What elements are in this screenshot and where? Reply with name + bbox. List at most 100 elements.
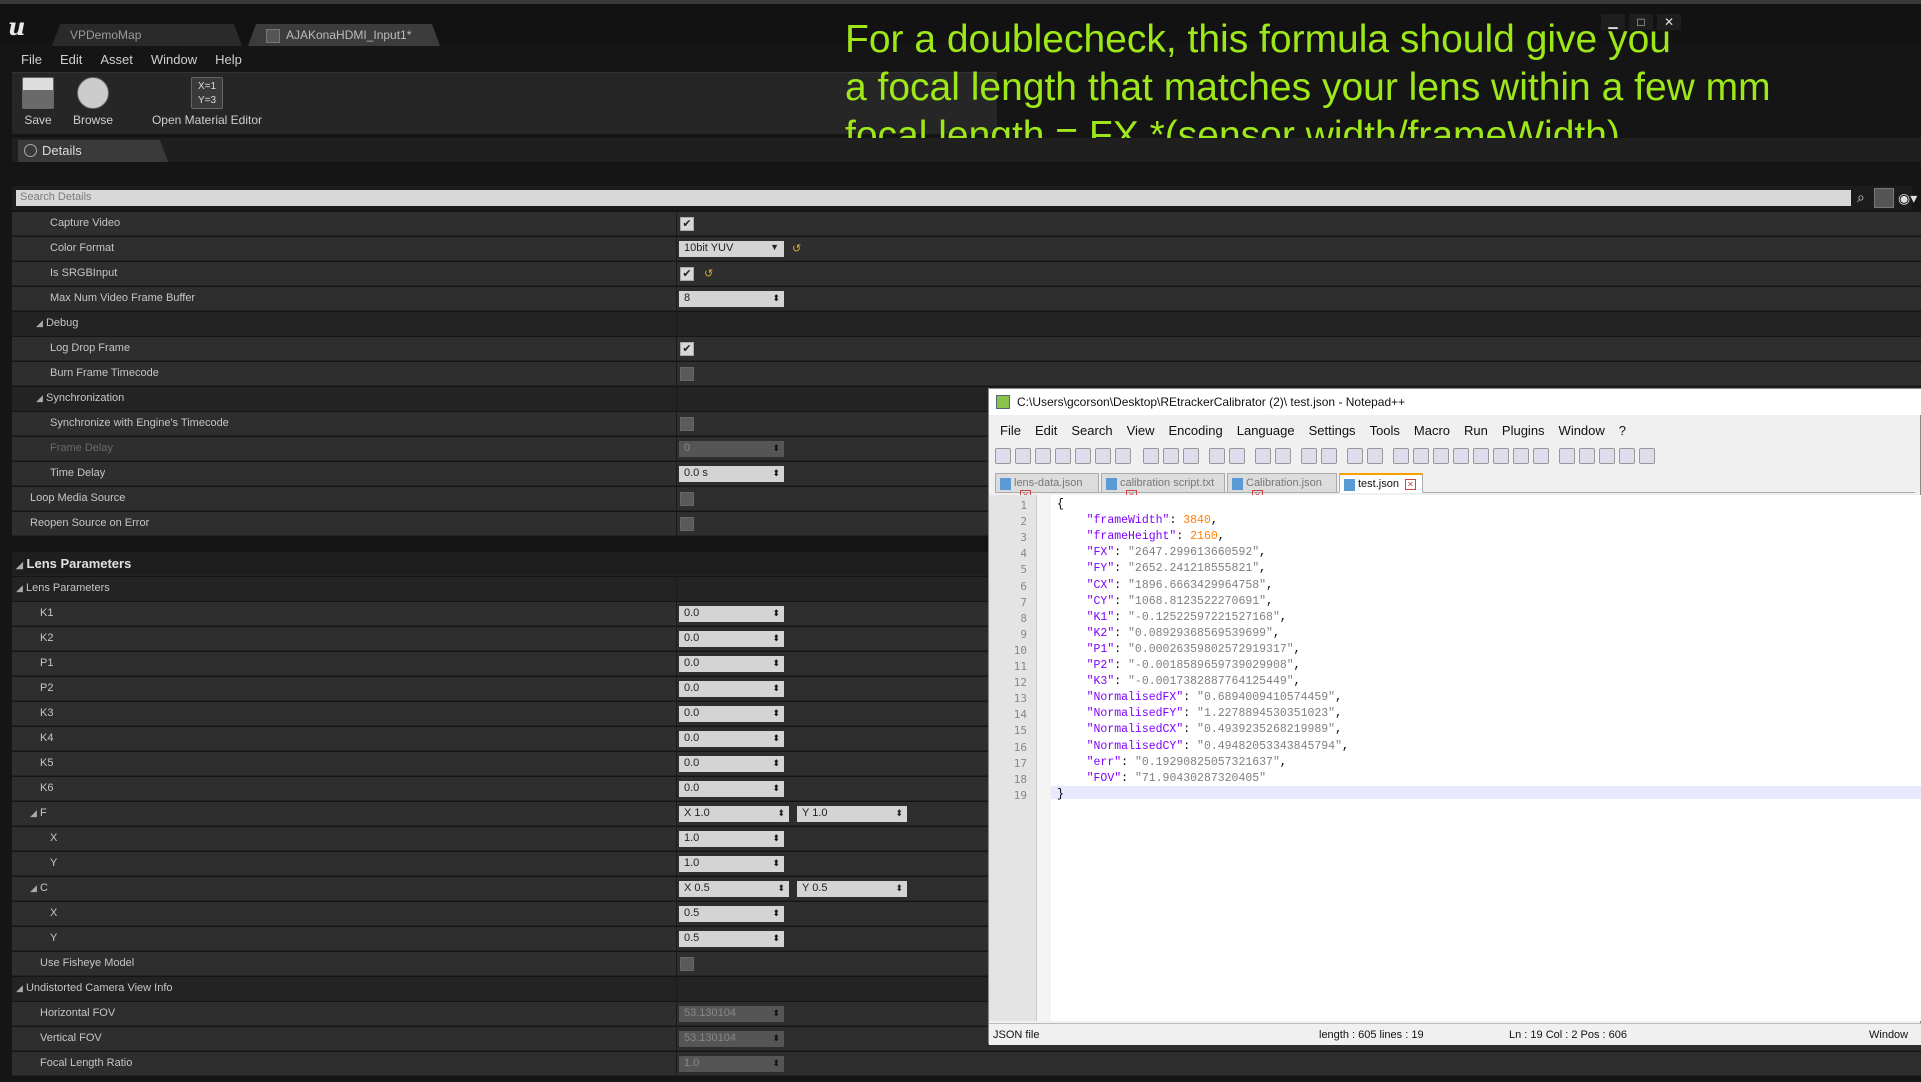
category-debug[interactable]: ◢ Debug — [12, 312, 1921, 336]
tab-ajakona-input[interactable]: AJAKonaHDMI_Input1* — [248, 24, 440, 46]
npp-menu-edit[interactable]: Edit — [1028, 421, 1064, 441]
zoom-out-icon[interactable] — [1321, 448, 1337, 464]
c-x-value-field[interactable]: 0.5 ⬍ — [679, 906, 784, 922]
menu-asset[interactable]: Asset — [91, 50, 142, 70]
zoom-in-icon[interactable] — [1301, 448, 1317, 464]
open-material-editor-button[interactable]: X=1 Y=3 Open Material Editor — [142, 77, 272, 127]
indent-guide-icon[interactable] — [1433, 448, 1449, 464]
print-icon[interactable] — [1115, 448, 1131, 464]
npp-menu-search[interactable]: Search — [1064, 421, 1119, 441]
f-x-field[interactable]: X 1.0 ⬍ — [679, 806, 789, 822]
play-macro-icon[interactable] — [1599, 448, 1615, 464]
c-y-value-field[interactable]: 0.5 ⬍ — [679, 931, 784, 947]
f-y-value-field[interactable]: 1.0 ⬍ — [679, 856, 784, 872]
unreal-logo-icon[interactable]: u — [8, 12, 36, 41]
word-wrap-icon[interactable] — [1393, 448, 1409, 464]
time-delay-field[interactable]: 0.0 s ⬍ — [679, 466, 784, 482]
tab-calibration-script[interactable]: calibration script.txt✕ — [1101, 473, 1225, 501]
log-drop-frame-checkbox[interactable]: ✔ — [680, 342, 694, 356]
show-all-chars-icon[interactable] — [1413, 448, 1429, 464]
undo-icon[interactable] — [1209, 448, 1225, 464]
c-x-field[interactable]: X 0.5 ⬍ — [679, 881, 789, 897]
collapse-arrow-icon: ◢ — [16, 983, 23, 993]
npp-menu-settings[interactable]: Settings — [1302, 421, 1363, 441]
reset-to-default-icon[interactable]: ↺ — [792, 242, 801, 255]
spin-icon: ⬍ — [772, 733, 780, 743]
npp-menu-window[interactable]: Window — [1552, 421, 1612, 441]
close-all-icon[interactable] — [1095, 448, 1111, 464]
doc-map-icon[interactable] — [1473, 448, 1489, 464]
npp-menu-view[interactable]: View — [1120, 421, 1162, 441]
tab-details[interactable]: Details — [18, 140, 168, 162]
f-y-field[interactable]: Y 1.0 ⬍ — [797, 806, 907, 822]
close-icon[interactable] — [1075, 448, 1091, 464]
stop-macro-icon[interactable] — [1579, 448, 1595, 464]
use-fisheye-checkbox[interactable] — [680, 957, 694, 971]
loop-media-checkbox[interactable] — [680, 492, 694, 506]
npp-menu-plugins[interactable]: Plugins — [1495, 421, 1552, 441]
save-button[interactable]: Save — [18, 77, 58, 127]
reset-to-default-icon[interactable]: ↺ — [704, 267, 713, 280]
close-tab-icon[interactable]: ✕ — [1404, 479, 1416, 490]
tab-label: calibration script.txt — [1120, 477, 1215, 489]
save-macro-icon[interactable] — [1639, 448, 1655, 464]
browse-button[interactable]: Browse — [68, 77, 118, 127]
tab-lens-data-json[interactable]: lens-data.json✕ — [995, 473, 1099, 501]
is-srgb-checkbox[interactable]: ✔ — [680, 267, 694, 281]
folder-workspace-icon[interactable] — [1513, 448, 1529, 464]
monitoring-icon[interactable] — [1533, 448, 1549, 464]
function-list-icon[interactable] — [1493, 448, 1509, 464]
search-details-input[interactable]: Search Details — [16, 190, 1851, 206]
user-language-icon[interactable] — [1453, 448, 1469, 464]
tab-calibration-json[interactable]: Calibration.json✕ — [1227, 473, 1337, 501]
record-macro-icon[interactable] — [1559, 448, 1575, 464]
view-options-icon[interactable] — [1874, 188, 1894, 208]
k1-field[interactable]: 0.0 ⬍ — [679, 606, 784, 622]
npp-menu-tools[interactable]: Tools — [1363, 421, 1407, 441]
menu-window[interactable]: Window — [142, 50, 206, 70]
copy-icon[interactable] — [1163, 448, 1179, 464]
npp-menu-file[interactable]: File — [993, 421, 1028, 441]
menu-file[interactable]: File — [12, 50, 51, 70]
eye-icon[interactable]: ◉▾ — [1898, 190, 1917, 207]
npp-menu-language[interactable]: Language — [1230, 421, 1302, 441]
code-editor[interactable]: 1 {2 "frameWidth": 3840, 3 "frameHeight": … — [989, 495, 1921, 1021]
reopen-on-error-checkbox[interactable] — [680, 517, 694, 531]
sync-engine-timecode-checkbox[interactable] — [680, 417, 694, 431]
f-x-value-field[interactable]: 1.0 ⬍ — [679, 831, 784, 847]
k2-field[interactable]: 0.0 ⬍ — [679, 631, 784, 647]
capture-video-checkbox[interactable]: ✔ — [680, 217, 694, 231]
menu-help[interactable]: Help — [206, 50, 251, 70]
cut-icon[interactable] — [1143, 448, 1159, 464]
menu-edit[interactable]: Edit — [51, 50, 91, 70]
paste-icon[interactable] — [1183, 448, 1199, 464]
redo-icon[interactable] — [1229, 448, 1245, 464]
spin-icon: ⬍ — [772, 1058, 780, 1068]
sync-horizontal-icon[interactable] — [1367, 448, 1383, 464]
color-format-dropdown[interactable]: 10bit YUV ▼ — [679, 241, 784, 257]
max-buffer-field[interactable]: 8 ⬍ — [679, 291, 784, 307]
k4-field[interactable]: 0.0 ⬍ — [679, 731, 784, 747]
save-all-icon[interactable] — [1055, 448, 1071, 464]
k5-field[interactable]: 0.0 ⬍ — [679, 756, 784, 772]
search-icon[interactable]: ⌕ — [1857, 190, 1873, 206]
npp-menu-macro[interactable]: Macro — [1407, 421, 1457, 441]
tab-vpdemomap[interactable]: VPDemoMap — [52, 24, 242, 46]
tab-test-json[interactable]: test.json ✕ — [1339, 473, 1423, 493]
new-file-icon[interactable] — [995, 448, 1011, 464]
sync-vertical-icon[interactable] — [1347, 448, 1363, 464]
c-y-field[interactable]: Y 0.5 ⬍ — [797, 881, 907, 897]
burn-timecode-checkbox[interactable] — [680, 367, 694, 381]
npp-menu-run[interactable]: Run — [1457, 421, 1495, 441]
p1-field[interactable]: 0.0 ⬍ — [679, 656, 784, 672]
npp-menu-encoding[interactable]: Encoding — [1162, 421, 1230, 441]
run-macro-multiple-icon[interactable] — [1619, 448, 1635, 464]
find-icon[interactable] — [1255, 448, 1271, 464]
p2-field[interactable]: 0.0 ⬍ — [679, 681, 784, 697]
k3-field[interactable]: 0.0 ⬍ — [679, 706, 784, 722]
open-file-icon[interactable] — [1015, 448, 1031, 464]
replace-icon[interactable] — [1275, 448, 1291, 464]
npp-menu-help[interactable]: ? — [1612, 421, 1633, 441]
save-icon[interactable] — [1035, 448, 1051, 464]
k6-field[interactable]: 0.0 ⬍ — [679, 781, 784, 797]
